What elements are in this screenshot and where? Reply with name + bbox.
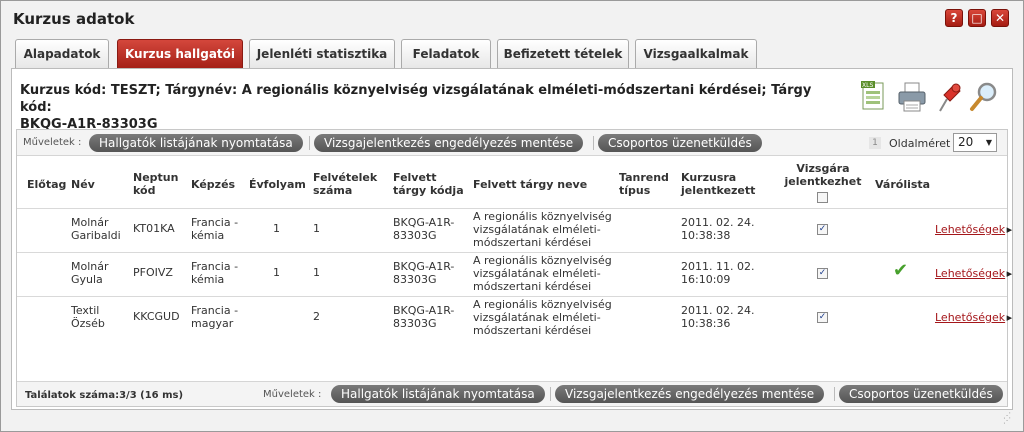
- print-list-button[interactable]: Hallgatók listájának nyomtatása: [331, 385, 545, 403]
- resize-grip-icon[interactable]: ⋰ ⋰: [1003, 412, 1013, 425]
- cell-targy-kod: BKQG-A1R- 83303G: [393, 216, 455, 242]
- col-vizsgara[interactable]: Vizsgára jelentkezhet: [783, 162, 863, 188]
- toolbar-separator: [834, 387, 835, 401]
- col-kepzes[interactable]: Képzés: [191, 178, 235, 191]
- options-link[interactable]: Lehetőségek: [935, 311, 1012, 324]
- cell-name: Molnár Garibaldi: [71, 216, 121, 242]
- cell-kepzes: Francia - magyar: [191, 304, 239, 330]
- exam-permission-checkbox[interactable]: ✓: [817, 268, 828, 279]
- cell-jelentkezett: 2011. 02. 24. 10:38:38: [681, 216, 755, 242]
- exam-permission-checkbox[interactable]: ✓: [817, 224, 828, 235]
- waitlist-check-icon: ✔: [893, 260, 909, 281]
- page-number[interactable]: 1: [869, 137, 881, 149]
- tab-befizetett-tetelek[interactable]: Befizetett tételek: [497, 39, 629, 69]
- exam-permission-checkbox[interactable]: ✓: [817, 312, 828, 323]
- cell-kepzes: Francia - kémia: [191, 260, 239, 286]
- cell-felvetelek: 2: [313, 310, 320, 323]
- cell-targy-kod: BKQG-A1R- 83303G: [393, 260, 455, 286]
- col-felvett-kod[interactable]: Felvett tárgy kódja: [393, 171, 464, 197]
- magnifier-icon[interactable]: [968, 79, 1000, 115]
- save-exam-permission-button[interactable]: Vizsgajelentkezés engedélyezés mentése: [555, 385, 825, 403]
- col-nev[interactable]: Név: [71, 178, 95, 191]
- save-exam-permission-button[interactable]: Vizsgajelentkezés engedélyezés mentése: [314, 134, 584, 152]
- course-details-window: Kurzus adatok ? □ ✕ Alapadatok Kurzus ha…: [0, 0, 1024, 432]
- page-size-label: Oldalméret: [889, 137, 951, 150]
- cell-kepzes: Francia - kémia: [191, 216, 239, 242]
- tab-content-panel: Kurzus kód: TESZT; Tárgynév: A regionáli…: [11, 68, 1013, 410]
- select-all-checkbox[interactable]: [817, 192, 828, 203]
- pin-icon[interactable]: [932, 79, 964, 115]
- col-varolista[interactable]: Várólista: [875, 178, 930, 191]
- grid-footer: Találatok száma:3/3 (16 ms) Műveletek : …: [17, 381, 1007, 406]
- cell-evfolyam: 1: [273, 222, 280, 235]
- cell-felvetelek: 1: [313, 266, 320, 279]
- col-elotag[interactable]: Előtag: [27, 178, 66, 191]
- tab-vizsgaalkalmak[interactable]: Vizsgaalkalmak: [635, 39, 757, 69]
- toolbar-separator: [550, 387, 551, 401]
- results-count: Találatok száma:3/3 (16 ms): [25, 390, 184, 401]
- cell-neptun: KKCGUD: [133, 310, 180, 323]
- cell-felvetelek: 1: [313, 222, 320, 235]
- cell-neptun: KT01KA: [133, 222, 175, 235]
- page-size-value: 20: [958, 135, 974, 149]
- row-divider: [17, 252, 1007, 253]
- tab-kurzus-hallgatoi[interactable]: Kurzus hallgatói: [117, 39, 243, 69]
- options-link[interactable]: Lehetőségek: [935, 267, 1012, 280]
- cell-name: Textil Özséb: [71, 304, 105, 330]
- row-divider: [17, 296, 1007, 297]
- cell-evfolyam: 1: [273, 266, 280, 279]
- toolbar-separator: [593, 136, 594, 150]
- actions-label: Műveletek :: [263, 389, 322, 400]
- course-heading: Kurzus kód: TESZT; Tárgynév: A regionáli…: [20, 82, 820, 133]
- svg-text:XLS: XLS: [862, 82, 873, 89]
- toolbar-separator: [309, 136, 310, 150]
- help-button[interactable]: ?: [945, 9, 963, 27]
- options-link[interactable]: Lehetőségek: [935, 223, 1012, 236]
- chevron-down-icon: ▼: [985, 138, 992, 147]
- cell-neptun: PFOIVZ: [133, 266, 173, 279]
- group-message-button[interactable]: Csoportos üzenetküldés: [839, 385, 1003, 403]
- window-title: Kurzus adatok: [13, 10, 135, 28]
- col-kurzusra[interactable]: Kurzusra jelentkezett: [681, 171, 755, 197]
- cell-targy-nev: A regionális köznyelviség vizsgálatának e…: [473, 254, 612, 293]
- col-felvetelek[interactable]: Felvételek száma: [313, 171, 377, 197]
- col-tanrend[interactable]: Tanrend típus: [619, 171, 669, 197]
- cell-targy-kod: BKQG-A1R- 83303G: [393, 304, 455, 330]
- tab-alapadatok[interactable]: Alapadatok: [15, 39, 109, 69]
- printer-icon[interactable]: [896, 79, 928, 115]
- header-divider: [17, 208, 1007, 209]
- col-felvett-nev[interactable]: Felvett tárgy neve: [473, 178, 587, 191]
- actions-label: Műveletek :: [23, 137, 82, 148]
- cell-targy-nev: A regionális köznyelviség vizsgálatának e…: [473, 298, 612, 337]
- cell-jelentkezett: 2011. 11. 02. 16:10:09: [681, 260, 755, 286]
- student-grid: Műveletek : Hallgatók listájának nyomtat…: [16, 129, 1012, 407]
- window-titlebar[interactable]: Kurzus adatok ? □ ✕: [1, 1, 1023, 35]
- group-message-button[interactable]: Csoportos üzenetküldés: [598, 134, 762, 152]
- cell-jelentkezett: 2011. 02. 24. 10:38:36: [681, 304, 755, 330]
- print-list-button[interactable]: Hallgatók listájának nyomtatása: [89, 134, 303, 152]
- cell-name: Molnár Gyula: [71, 260, 109, 286]
- tab-feladatok[interactable]: Feladatok: [401, 39, 491, 69]
- page-size-select[interactable]: 20 ▼: [953, 133, 997, 152]
- excel-icon[interactable]: XLS: [858, 79, 890, 115]
- col-evfolyam[interactable]: Évfolyam: [249, 178, 306, 191]
- course-heading-line1: Kurzus kód: TESZT; Tárgynév: A regionáli…: [20, 83, 812, 115]
- cell-targy-nev: A regionális köznyelviség vizsgálatának e…: [473, 210, 612, 249]
- grid-toolbar-top: Műveletek : Hallgatók listájának nyomtat…: [17, 130, 1007, 156]
- tab-jelenleti-statisztika[interactable]: Jelenléti statisztika: [249, 39, 395, 69]
- maximize-button[interactable]: □: [968, 9, 986, 27]
- col-neptun[interactable]: Neptun kód: [133, 171, 178, 197]
- close-button[interactable]: ✕: [991, 9, 1009, 27]
